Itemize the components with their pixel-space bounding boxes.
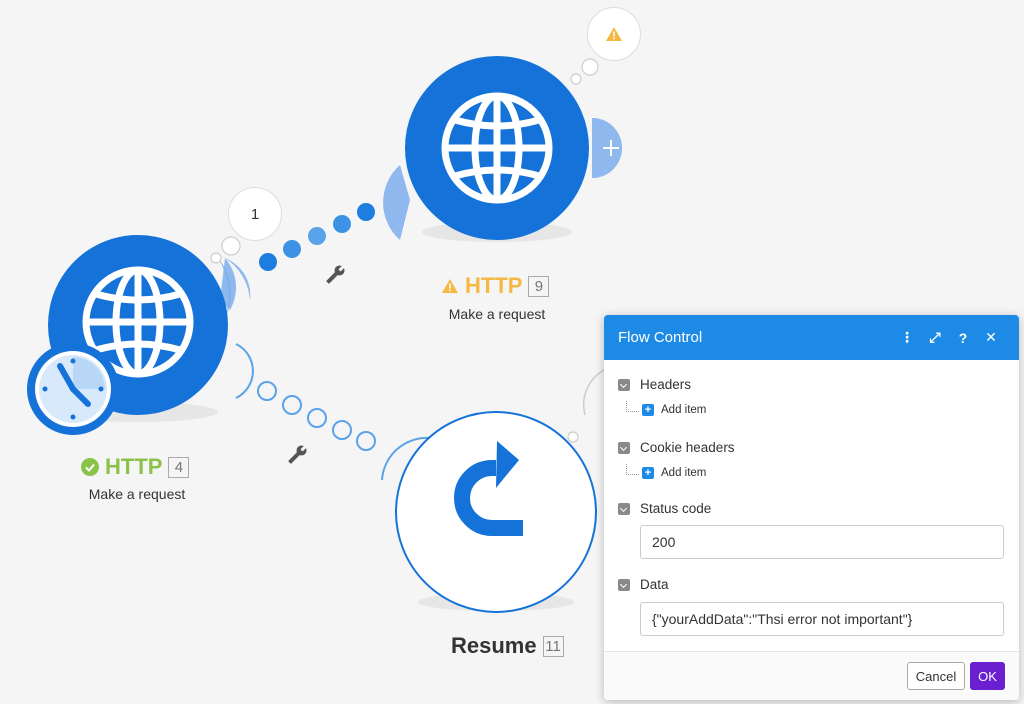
section-status-code[interactable]: Status code — [618, 501, 711, 516]
chevron-down-icon[interactable] — [618, 441, 630, 454]
plus-icon: + — [642, 404, 654, 416]
plus-icon: + — [642, 467, 654, 479]
operations-count: 1 — [250, 205, 260, 223]
section-cookie-headers[interactable]: Cookie headers — [618, 440, 735, 455]
status-code-input[interactable]: 200 — [640, 525, 1004, 559]
resume-module[interactable] — [395, 411, 597, 613]
panel-header: Flow Control ⋮ ⤢ ? ✕ — [604, 315, 1019, 360]
resume-label: Resume 11 — [451, 633, 564, 659]
chevron-down-icon[interactable] — [618, 502, 630, 515]
ok-button[interactable]: OK — [970, 662, 1005, 690]
connection-http4-resume[interactable] — [235, 343, 431, 481]
add-module-icon[interactable] — [592, 118, 622, 178]
globe-icon — [441, 92, 553, 204]
http-4-label: HTTP 4 — [81, 454, 190, 480]
cancel-button[interactable]: Cancel — [907, 662, 965, 690]
http-9-label: HTTP 9 — [441, 273, 550, 299]
section-label: Status code — [640, 501, 712, 516]
module-name: HTTP — [105, 454, 163, 479]
wrench-icon[interactable] — [324, 263, 347, 286]
section-label: Cookie headers — [640, 440, 735, 455]
add-item-label: Add item — [661, 404, 707, 416]
http-9-module[interactable] — [405, 56, 589, 240]
warning-icon — [442, 279, 458, 293]
chevron-down-icon[interactable] — [618, 378, 630, 391]
section-data[interactable]: Data — [618, 577, 669, 592]
section-label: Headers — [640, 377, 692, 392]
expand-icon[interactable]: ⤢ — [921, 329, 949, 346]
check-circle-icon — [81, 458, 99, 476]
section-headers[interactable]: Headers — [618, 377, 691, 392]
cookie-headers-add-item[interactable]: + Add item — [626, 464, 706, 479]
wrench-icon[interactable] — [286, 443, 309, 466]
section-label: Data — [640, 577, 669, 592]
add-item-label: Add item — [661, 467, 707, 479]
data-input[interactable]: {"yourAddData":"Thsi error not important… — [640, 602, 1004, 636]
warning-bubble[interactable] — [587, 7, 641, 61]
operations-count-bubble[interactable]: 1 — [228, 187, 282, 241]
more-icon[interactable]: ⋮ — [893, 329, 921, 346]
schedule-clock-icon[interactable] — [27, 343, 119, 435]
module-number: 4 — [168, 456, 190, 478]
module-number: 11 — [542, 635, 564, 657]
module-number: 9 — [528, 275, 550, 297]
http-4-module[interactable] — [27, 235, 228, 435]
module-name: HTTP — [465, 273, 523, 298]
close-icon[interactable]: ✕ — [977, 329, 1005, 346]
flow-control-panel: Flow Control ⋮ ⤢ ? ✕ Headers + Add item … — [604, 315, 1019, 700]
http-9-subtitle: Make a request — [448, 306, 546, 322]
headers-add-item[interactable]: + Add item — [626, 401, 706, 416]
http-4-subtitle: Make a request — [88, 486, 186, 502]
help-icon[interactable]: ? — [949, 330, 977, 346]
module-name: Resume — [451, 633, 537, 658]
chevron-down-icon[interactable] — [618, 578, 630, 591]
warning-icon — [606, 27, 622, 41]
panel-title: Flow Control — [618, 329, 703, 346]
panel-footer: Cancel OK — [604, 651, 1019, 700]
